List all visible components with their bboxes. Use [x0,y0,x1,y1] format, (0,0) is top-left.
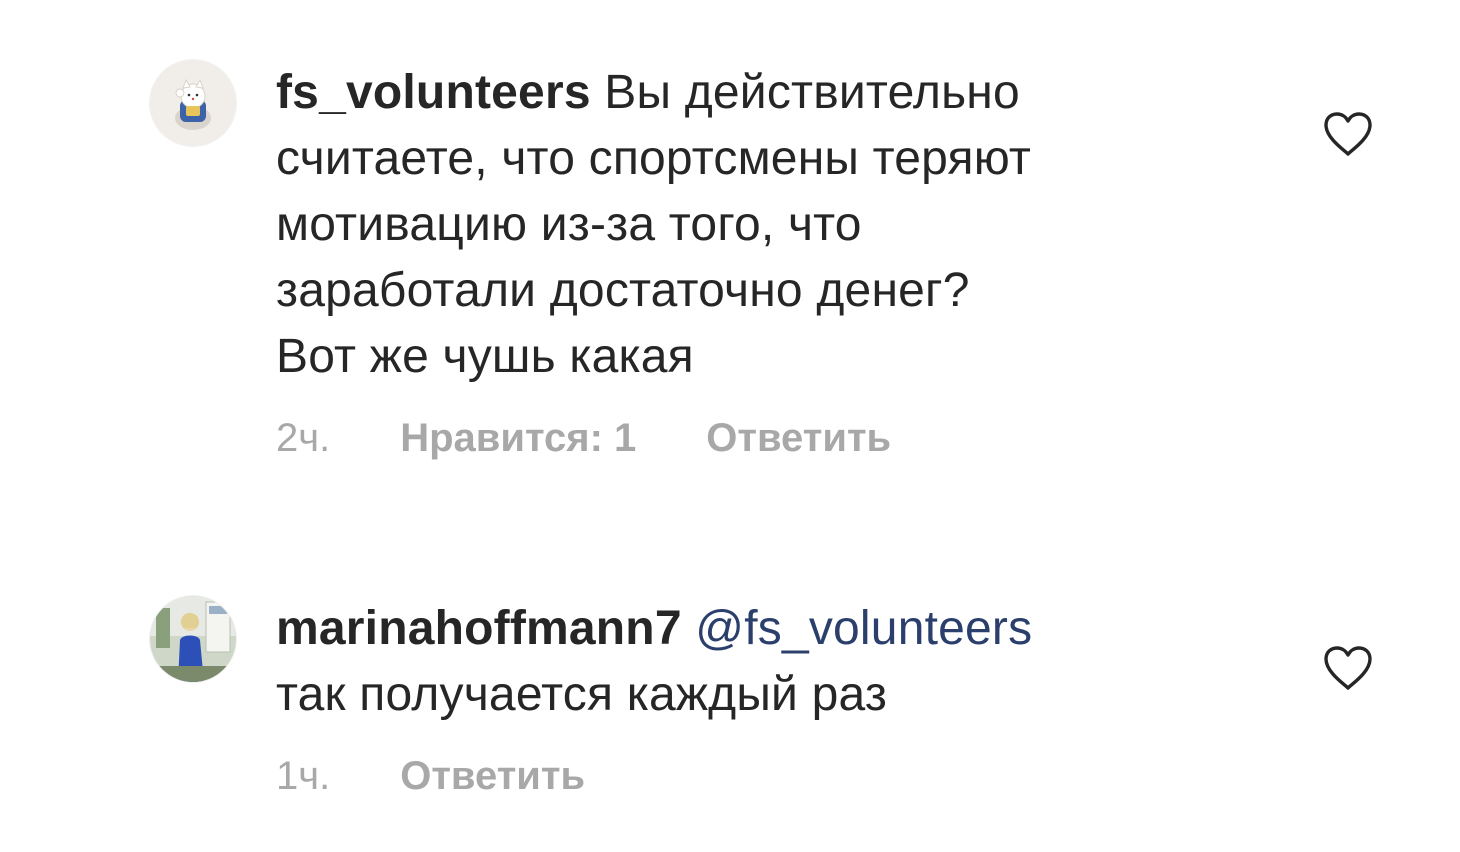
heart-outline-icon [1324,112,1372,156]
comment-line: так получается каждый раз [276,668,888,721]
comment-line: Вы действительно [590,66,1020,119]
like-button[interactable] [1322,644,1374,692]
reply-button[interactable]: Ответить [706,410,891,466]
comment-username[interactable]: fs_volunteers [276,66,591,119]
avatar[interactable] [150,60,236,146]
avatar[interactable] [150,596,236,682]
comment-text: marinahoffmann7 @fs_volunteers так получа… [276,596,1236,728]
comment-timestamp: 2ч. [276,416,331,460]
comment-meta: 2ч. Нравится: 1 Ответить [276,410,1236,466]
likes-count-button[interactable]: Нравится: 1 [400,410,636,466]
person-photo-avatar-icon [150,596,236,682]
comment-username[interactable]: marinahoffmann7 [276,602,682,655]
reply-button[interactable]: Ответить [400,748,585,804]
comment-line: считаете, что спортсмены теряют [276,132,1032,185]
comment-line: заработали достаточно денег? [276,264,970,317]
lucky-cat-avatar-icon [150,60,236,146]
comment-body: marinahoffmann7 @fs_volunteers так получа… [276,596,1236,804]
mention-link[interactable]: @fs_volunteers [695,602,1032,655]
comment-body: fs_volunteers Вы действительно считаете, … [276,60,1236,466]
comment-line: Вот же чушь какая [276,330,694,383]
heart-outline-icon [1324,646,1372,690]
comment-timestamp: 1ч. [276,754,331,798]
comment-text: fs_volunteers Вы действительно считаете, … [276,60,1236,390]
comment-meta: 1ч. Ответить [276,748,1236,804]
comment-line: мотивацию из-за того, что [276,198,862,251]
like-button[interactable] [1322,110,1374,158]
